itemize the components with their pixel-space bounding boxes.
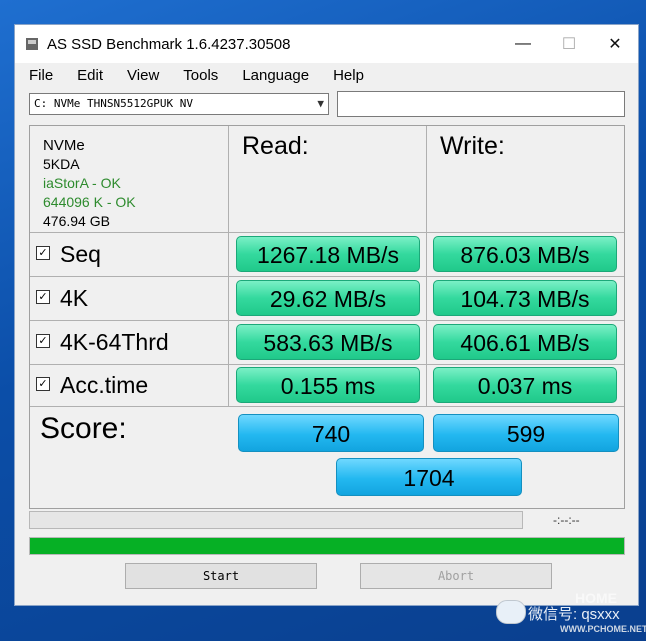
seq-label: Seq (60, 240, 101, 267)
score-total: 1704 (336, 458, 522, 496)
maximize-button[interactable]: ☐ (546, 25, 592, 63)
acc-time-checkbox[interactable]: ✓ (36, 377, 50, 391)
drive-select[interactable]: C: NVMe THNSN5512GPUK NV ▼ (29, 93, 329, 115)
grid-divider (30, 406, 624, 407)
drive-capacity: 476.94 GB (43, 213, 110, 229)
app-window: AS SSD Benchmark 1.6.4237.30508 — ☐ ✕ Fi… (14, 24, 639, 606)
watermark-text: 微信号: qsxxx (528, 606, 620, 623)
close-button[interactable]: ✕ (592, 25, 638, 63)
minimize-button[interactable]: — (500, 25, 546, 63)
row-seq: ✓ Seq (36, 236, 101, 272)
wechat-icon (496, 600, 526, 624)
acc-time-read-value: 0.155 ms (236, 367, 420, 403)
window-title: AS SSD Benchmark 1.6.4237.30508 (47, 35, 291, 53)
4k-write-value: 104.73 MB/s (433, 280, 617, 316)
menu-help[interactable]: Help (333, 67, 364, 84)
menu-file[interactable]: File (29, 67, 53, 84)
abort-button[interactable]: Abort (360, 563, 552, 589)
menu-bar: File Edit View Tools Language Help (15, 63, 638, 87)
acc-time-label: Acc.time (60, 371, 149, 398)
grid-divider (30, 320, 624, 321)
write-header: Write: (440, 132, 505, 160)
elapsed-time: -:--:-- (553, 513, 580, 527)
drive-select-value: C: NVMe THNSN5512GPUK NV (34, 97, 193, 110)
menu-view[interactable]: View (127, 67, 159, 84)
overall-progress-bar (29, 537, 625, 555)
read-header: Read: (242, 132, 309, 160)
grid-divider (30, 364, 624, 365)
start-button[interactable]: Start (125, 563, 317, 589)
seq-read-value: 1267.18 MB/s (236, 236, 420, 272)
row-acc-time: ✓ Acc.time (36, 366, 148, 404)
firmware-version: 5KDA (43, 156, 80, 172)
chevron-down-icon[interactable]: ▼ (317, 94, 324, 114)
4k-64thrd-read-value: 583.63 MB/s (236, 324, 420, 360)
drive-text-field[interactable] (337, 91, 625, 117)
overall-progress-fill (30, 538, 624, 554)
grid-divider (30, 276, 624, 277)
menu-tools[interactable]: Tools (183, 67, 218, 84)
title-bar[interactable]: AS SSD Benchmark 1.6.4237.30508 — ☐ ✕ (15, 25, 638, 63)
4k-64thrd-label: 4K-64Thrd (60, 328, 169, 355)
score-read: 740 (238, 414, 424, 452)
alignment-status: 644096 K - OK (43, 194, 136, 210)
4k-64thrd-write-value: 406.61 MB/s (433, 324, 617, 360)
4k-64thrd-checkbox[interactable]: ✓ (36, 334, 50, 348)
4k-read-value: 29.62 MB/s (236, 280, 420, 316)
grid-divider (30, 232, 624, 233)
menu-language[interactable]: Language (242, 67, 309, 84)
menu-edit[interactable]: Edit (77, 67, 103, 84)
seq-checkbox[interactable]: ✓ (36, 246, 50, 260)
row-4k-64thrd: ✓ 4K-64Thrd (36, 324, 169, 360)
test-progress-bar (29, 511, 523, 529)
drive-info: NVMe 5KDA iaStorA - OK 644096 K - OK 476… (43, 136, 136, 231)
score-label: Score: (40, 412, 127, 445)
row-4k: ✓ 4K (36, 280, 88, 316)
4k-checkbox[interactable]: ✓ (36, 290, 50, 304)
results-grid: NVMe 5KDA iaStorA - OK 644096 K - OK 476… (29, 125, 625, 509)
watermark-brand: WWW.PCHOME.NET (560, 624, 646, 634)
seq-write-value: 876.03 MB/s (433, 236, 617, 272)
4k-label: 4K (60, 284, 89, 311)
driver-status: iaStorA - OK (43, 175, 121, 191)
score-write: 599 (433, 414, 619, 452)
app-icon (26, 38, 38, 50)
device-name: NVMe (43, 137, 85, 154)
acc-time-write-value: 0.037 ms (433, 367, 617, 403)
drive-row: C: NVMe THNSN5512GPUK NV ▼ (29, 91, 625, 119)
